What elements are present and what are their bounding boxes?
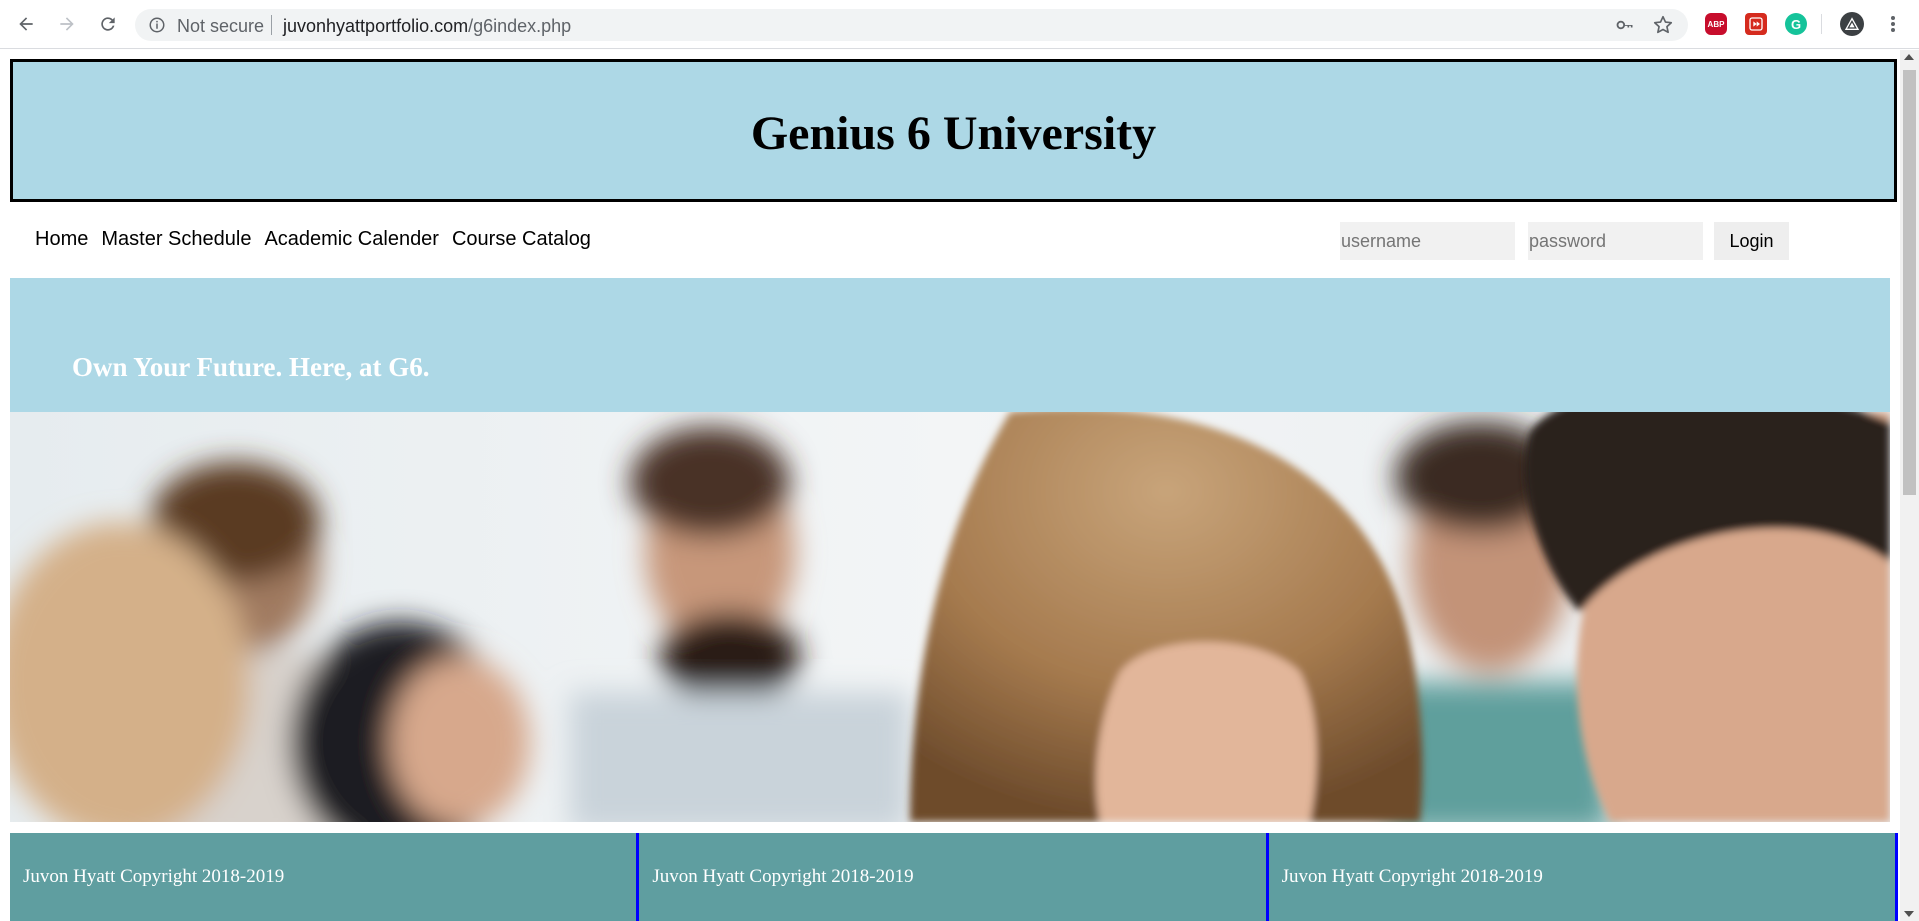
profile-avatar-icon[interactable] bbox=[1840, 12, 1864, 36]
url-text[interactable]: juvonhyattportfolio.com/g6index.php bbox=[283, 16, 571, 37]
toolbar-divider bbox=[1821, 14, 1822, 34]
nav-course-catalog[interactable]: Course Catalog bbox=[452, 228, 591, 251]
star-icon[interactable] bbox=[1652, 14, 1674, 36]
hero-students-photo bbox=[10, 412, 1890, 822]
username-field[interactable] bbox=[1340, 222, 1515, 260]
back-icon[interactable] bbox=[14, 12, 38, 36]
footer-column: Juvon Hyatt Copyright 2018-2019 bbox=[639, 833, 1269, 921]
security-label[interactable]: Not secure bbox=[177, 16, 264, 37]
page-title: Genius 6 University bbox=[750, 107, 1157, 160]
media-extension-icon[interactable] bbox=[1745, 13, 1767, 35]
nav-home[interactable]: Home bbox=[35, 228, 88, 251]
hero-banner: Own Your Future. Here, at G6. bbox=[10, 278, 1890, 412]
hero-tagline: Own Your Future. Here, at G6. bbox=[72, 352, 430, 382]
scroll-down-arrow-icon[interactable] bbox=[1904, 911, 1914, 917]
adblock-icon[interactable]: ABP bbox=[1705, 13, 1727, 35]
page-viewport: Genius 6 University Home Master Schedule… bbox=[0, 50, 1900, 921]
footer-copyright: Juvon Hyatt Copyright 2018-2019 bbox=[1281, 866, 1543, 887]
password-field[interactable] bbox=[1528, 222, 1703, 260]
address-bar[interactable]: Not secure juvonhyattportfolio.com/g6ind… bbox=[135, 9, 1688, 41]
site-header: Genius 6 University bbox=[10, 59, 1897, 202]
menu-dots-icon[interactable] bbox=[1888, 13, 1898, 35]
url-host: juvonhyattportfolio.com bbox=[283, 16, 469, 36]
footer-copyright: Juvon Hyatt Copyright 2018-2019 bbox=[652, 866, 914, 887]
key-icon[interactable] bbox=[1614, 15, 1636, 35]
omnibox-divider bbox=[271, 15, 272, 35]
page-scrollbar[interactable] bbox=[1900, 50, 1919, 921]
nav-academic-calender[interactable]: Academic Calender bbox=[264, 228, 439, 251]
footer-column: Juvon Hyatt Copyright 2018-2019 bbox=[1268, 833, 1898, 921]
login-button[interactable]: Login bbox=[1714, 222, 1789, 260]
browser-toolbar: Not secure juvonhyattportfolio.com/g6ind… bbox=[0, 0, 1919, 49]
url-path: /g6index.php bbox=[468, 16, 572, 36]
info-icon[interactable] bbox=[148, 16, 166, 34]
site-footer: Juvon Hyatt Copyright 2018-2019 Juvon Hy… bbox=[10, 833, 1898, 921]
main-nav: Home Master Schedule Academic Calender C… bbox=[35, 228, 591, 251]
scroll-thumb[interactable] bbox=[1903, 70, 1916, 495]
scroll-up-arrow-icon[interactable] bbox=[1904, 54, 1914, 60]
footer-column: Juvon Hyatt Copyright 2018-2019 bbox=[10, 833, 640, 921]
footer-copyright: Juvon Hyatt Copyright 2018-2019 bbox=[23, 866, 285, 887]
reload-icon[interactable] bbox=[96, 12, 120, 36]
grammarly-icon[interactable]: G bbox=[1785, 13, 1807, 35]
nav-master-schedule[interactable]: Master Schedule bbox=[101, 228, 251, 251]
forward-icon[interactable] bbox=[55, 12, 79, 36]
